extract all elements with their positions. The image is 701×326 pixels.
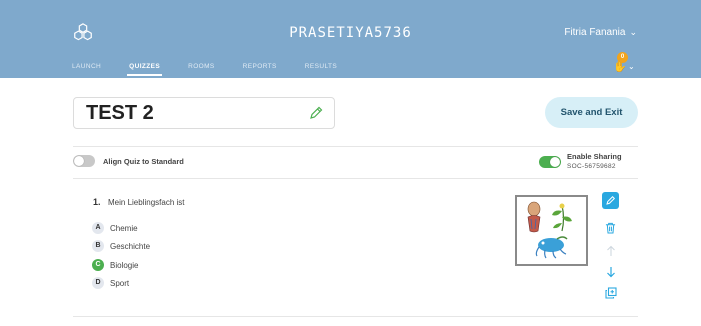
answer-letter: B: [92, 240, 104, 252]
answer-text: Sport: [110, 278, 130, 288]
move-up-button[interactable]: [602, 242, 619, 259]
pencil-icon: [606, 195, 616, 205]
answer-letter: D: [92, 277, 104, 289]
divider: [73, 178, 638, 179]
question-number: 1.: [93, 197, 101, 207]
quiz-title-field[interactable]: TEST 2: [73, 97, 335, 129]
save-and-exit-button[interactable]: Save and Exit: [545, 97, 638, 128]
arrow-up-icon: [606, 245, 615, 256]
notifications-button[interactable]: ✋ 0 ⌄: [611, 52, 635, 73]
answer-letter: A: [92, 222, 104, 234]
biology-illustration: [527, 201, 572, 259]
divider: [73, 146, 638, 147]
user-menu[interactable]: Fitria Fanania ⌄: [564, 27, 637, 38]
share-code: SOC-56759682: [567, 163, 616, 170]
pencil-icon[interactable]: [308, 105, 324, 121]
nav-launch[interactable]: LAUNCH: [72, 63, 101, 76]
duplicate-question-button[interactable]: [602, 284, 619, 301]
nav-quizzes[interactable]: QUIZZES: [127, 63, 163, 76]
answer-text: Chemie: [110, 223, 138, 233]
answer-option: B Geschichte: [92, 240, 150, 252]
question-image: [515, 195, 588, 266]
answer-text: Geschichte: [110, 241, 151, 251]
main-nav: LAUNCH QUIZZES ROOMS REPORTS RESULTS: [72, 63, 365, 76]
nav-results[interactable]: RESULTS: [305, 63, 337, 76]
align-standard-toggle[interactable]: [73, 155, 95, 167]
trash-icon: [605, 222, 616, 234]
answer-option: D Sport: [92, 277, 129, 289]
notification-badge: 0: [617, 52, 628, 63]
move-down-button[interactable]: [602, 263, 619, 280]
align-standard-label: Align Quiz to Standard: [103, 157, 184, 166]
answer-text: Biologie: [110, 260, 139, 270]
enable-sharing-toggle[interactable]: [539, 156, 561, 168]
edit-question-button[interactable]: [602, 192, 619, 209]
chevron-down-icon: ⌄: [629, 27, 637, 37]
quiz-title: TEST 2: [86, 102, 154, 124]
answer-option-correct: C Biologie: [92, 259, 138, 271]
delete-question-button[interactable]: [602, 219, 619, 236]
nav-reports[interactable]: REPORTS: [243, 63, 277, 76]
chevron-down-icon: ⌄: [628, 62, 635, 71]
divider: [73, 316, 638, 317]
enable-sharing-label: Enable Sharing: [567, 152, 622, 161]
answer-option: A Chemie: [92, 222, 138, 234]
arrow-down-icon: [606, 266, 615, 277]
answer-letter: C: [92, 259, 104, 271]
nav-rooms[interactable]: ROOMS: [188, 63, 215, 76]
duplicate-icon: [604, 286, 617, 299]
top-bar: PRASETIYA5736 Fitria Fanania ⌄ LAUNCH QUI…: [0, 0, 701, 78]
question-text: Mein Lieblingsfach ist: [108, 198, 185, 207]
user-name: Fitria Fanania: [564, 27, 626, 38]
